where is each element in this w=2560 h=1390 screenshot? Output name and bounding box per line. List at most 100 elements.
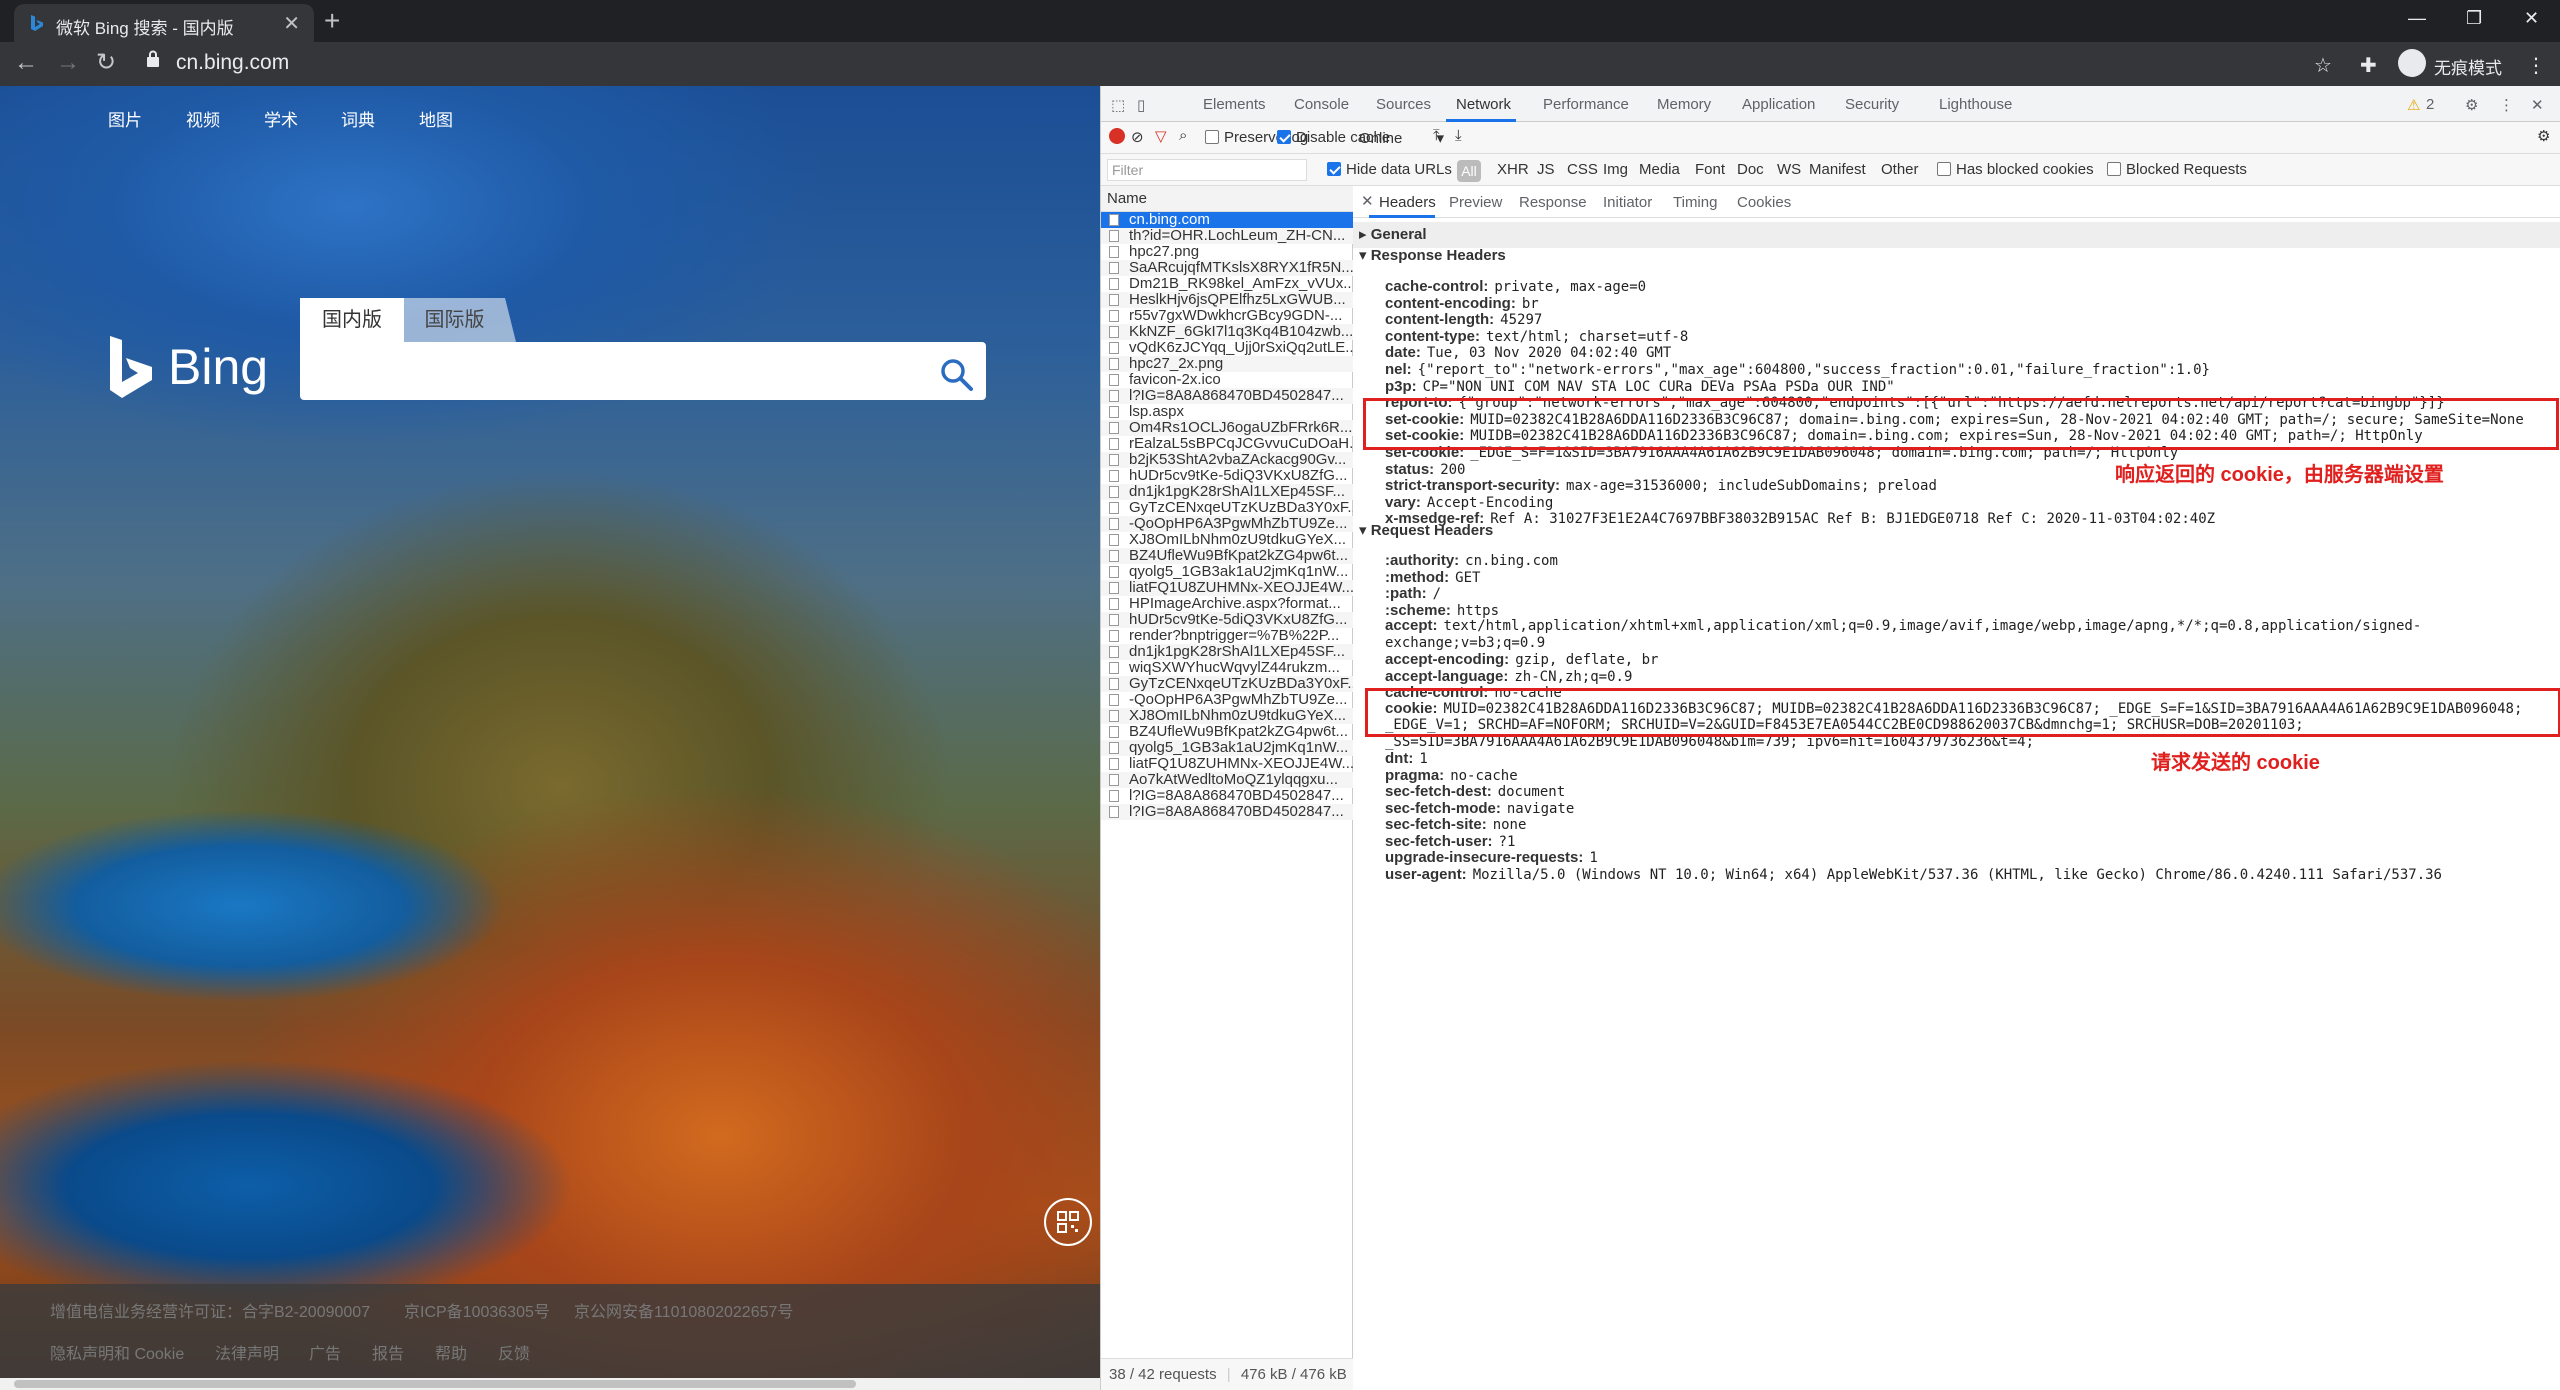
filter-css[interactable]: CSS <box>1567 161 1598 178</box>
nav-dictionary[interactable]: 词典 <box>341 106 375 131</box>
request-row[interactable]: SaARcujqfMTKslsX8RYX1fR5N... <box>1101 260 1353 276</box>
export-har-icon[interactable]: ⤓ <box>1455 127 1462 144</box>
checkbox-box[interactable] <box>1937 162 1951 176</box>
tab-performance[interactable]: Performance <box>1543 96 1629 113</box>
request-row[interactable]: l?IG=8A8A868470BD4502847... <box>1101 804 1353 820</box>
request-row[interactable]: hUDr5cv9tKe-5diQ3VKxU8ZfG... <box>1101 468 1353 484</box>
filter-img[interactable]: Img <box>1603 161 1628 178</box>
request-row[interactable]: lsp.aspx <box>1101 404 1353 420</box>
footer-link-ads[interactable]: 广告 <box>309 1340 341 1364</box>
request-row[interactable]: KkNZF_6GkI7l1q3Kq4B104zwb... <box>1101 324 1353 340</box>
request-row[interactable]: BZ4UfleWu9BfKpat2kZG4pw6t... <box>1101 724 1353 740</box>
request-headers-section[interactable]: ▾ Request Headers <box>1353 518 2560 544</box>
filter-icon[interactable]: ▽ <box>1155 127 1167 145</box>
forward-icon[interactable]: → <box>56 50 80 76</box>
request-row[interactable]: vQdK6zJCYqq_Ujj0rSxiQq2utLE... <box>1101 340 1353 356</box>
request-row[interactable]: l?IG=8A8A868470BD4502847... <box>1101 788 1353 804</box>
request-row[interactable]: b2jK53ShtA2vbaZAckacg90Gv... <box>1101 452 1353 468</box>
request-row[interactable]: Dm21B_RK98kel_AmFzx_vVUx... <box>1101 276 1353 292</box>
window-close-icon[interactable]: ✕ <box>2524 8 2539 29</box>
throttle-select[interactable]: Online ▾ <box>1359 129 1444 147</box>
back-icon[interactable]: ← <box>14 50 38 76</box>
column-header-name[interactable]: Name <box>1101 186 1353 212</box>
tab-headers[interactable]: Headers <box>1379 194 1436 211</box>
address-bar[interactable] <box>138 47 2338 81</box>
request-row[interactable]: th?id=OHR.LochLeum_ZH-CN... <box>1101 228 1353 244</box>
footer-link-privacy[interactable]: 隐私声明和 Cookie <box>50 1340 184 1364</box>
filter-other[interactable]: Other <box>1881 161 1919 178</box>
tab-lighthouse[interactable]: Lighthouse <box>1939 96 2012 113</box>
request-row[interactable]: XJ8OmILbNhm0zU9tdkuGYeX... <box>1101 532 1353 548</box>
clear-icon[interactable]: ⊘ <box>1131 128 1144 146</box>
detail-close-icon[interactable]: ✕ <box>1361 192 1374 210</box>
request-row[interactable]: -QoOpHP6A3PgwMhZbTU9Ze... <box>1101 516 1353 532</box>
tab-security[interactable]: Security <box>1845 96 1899 113</box>
request-row[interactable]: HeslkHjv6jsQPElfhz5LxGWUB... <box>1101 292 1353 308</box>
tab-network[interactable]: Network <box>1456 96 1511 113</box>
filter-js[interactable]: JS <box>1537 161 1555 178</box>
minimize-icon[interactable]: — <box>2408 8 2426 29</box>
request-row[interactable]: l?IG=8A8A868470BD4502847... <box>1101 388 1353 404</box>
qr-code-icon[interactable] <box>1044 1198 1092 1246</box>
incognito-icon[interactable] <box>2398 49 2426 77</box>
tab-preview[interactable]: Preview <box>1449 194 1502 211</box>
request-row[interactable]: BZ4UfleWu9BfKpat2kZG4pw6t... <box>1101 548 1353 564</box>
horizontal-scrollbar[interactable] <box>0 1378 1100 1390</box>
request-row[interactable]: XJ8OmILbNhm0zU9tdkuGYeX... <box>1101 708 1353 724</box>
request-row[interactable]: HPImageArchive.aspx?format... <box>1101 596 1353 612</box>
request-row[interactable]: qyolg5_1GB3ak1aU2jmKq1nW... <box>1101 564 1353 580</box>
request-row[interactable]: cn.bing.com <box>1101 212 1353 228</box>
scrollbar-thumb[interactable] <box>14 1380 856 1388</box>
request-row[interactable]: Ao7kAtWedltoMoQZ1ylqqgxu... <box>1101 772 1353 788</box>
footer-link-help[interactable]: 帮助 <box>435 1340 467 1364</box>
filter-xhr[interactable]: XHR <box>1497 161 1529 178</box>
devtools-close-icon[interactable]: ✕ <box>2531 96 2544 114</box>
filter-media[interactable]: Media <box>1639 161 1680 178</box>
request-row[interactable]: -QoOpHP6A3PgwMhZbTU9Ze... <box>1101 692 1353 708</box>
record-icon[interactable] <box>1109 128 1125 144</box>
tab-international[interactable]: 国际版 <box>393 298 516 342</box>
tab-sources[interactable]: Sources <box>1376 96 1431 113</box>
hide-data-urls-checkbox[interactable]: Hide data URLs <box>1327 161 1452 178</box>
footer-link-legal[interactable]: 法律声明 <box>215 1340 279 1364</box>
devtools-menu-icon[interactable]: ⋮ <box>2499 96 2514 114</box>
request-row[interactable]: hpc27_2x.png <box>1101 356 1353 372</box>
tab-elements[interactable]: Elements <box>1203 96 1266 113</box>
request-row[interactable]: GyTzCENxqeUTzKUzBDa3Y0xF... <box>1101 500 1353 516</box>
search-input[interactable] <box>300 342 986 400</box>
request-row[interactable]: rEalzaL5sBPCqJCGvvuCuDOaH... <box>1101 436 1353 452</box>
request-row[interactable]: hUDr5cv9tKe-5diQ3VKxU8ZfG... <box>1101 612 1353 628</box>
tab-close-icon[interactable]: ✕ <box>283 11 300 36</box>
restore-icon[interactable]: ❐ <box>2466 8 2482 29</box>
settings-gear-icon[interactable]: ⚙ <box>2465 96 2478 114</box>
tab-response[interactable]: Response <box>1519 194 1587 211</box>
tab-application[interactable]: Application <box>1742 96 1815 113</box>
extensions-icon[interactable]: ✚ <box>2360 53 2377 78</box>
tab-console[interactable]: Console <box>1294 96 1349 113</box>
footer-police[interactable]: 京公网安备11010802022657号 <box>574 1298 793 1322</box>
has-blocked-cookies-checkbox[interactable]: Has blocked cookies <box>1937 161 2094 178</box>
tab-timing[interactable]: Timing <box>1673 194 1717 211</box>
network-settings-icon[interactable]: ⚙ <box>2537 127 2550 145</box>
footer-link-feedback[interactable]: 反馈 <box>498 1340 530 1364</box>
request-row[interactable]: favicon-2x.ico <box>1101 372 1353 388</box>
blocked-requests-checkbox[interactable]: Blocked Requests <box>2107 161 2247 178</box>
browser-menu-icon[interactable]: ⋮ <box>2526 53 2546 78</box>
request-row[interactable]: hpc27.png <box>1101 244 1353 260</box>
filter-doc[interactable]: Doc <box>1737 161 1764 178</box>
request-row[interactable]: GyTzCENxqeUTzKUzBDa3Y0xF... <box>1101 676 1353 692</box>
nav-videos[interactable]: 视频 <box>186 106 220 131</box>
request-row[interactable]: qyolg5_1GB3ak1aU2jmKq1nW... <box>1101 740 1353 756</box>
footer-icp2[interactable]: 京ICP备10036305号 <box>404 1298 550 1322</box>
filter-all[interactable]: All <box>1457 160 1481 182</box>
search-network-icon[interactable]: ⌕ <box>1179 127 1187 144</box>
request-row[interactable]: dn1jk1pgK28rShAl1LXEp45SF... <box>1101 484 1353 500</box>
checkbox-box[interactable] <box>1277 130 1291 144</box>
nav-academic[interactable]: 学术 <box>264 106 298 131</box>
import-har-icon[interactable]: ⤒ <box>1433 127 1440 144</box>
request-row[interactable]: wiqSXWYhucWqvylZ44rukzm... <box>1101 660 1353 676</box>
url-text[interactable]: cn.bing.com <box>176 51 289 75</box>
reload-icon[interactable]: ↻ <box>96 50 116 76</box>
checkbox-box[interactable] <box>1327 162 1341 176</box>
filter-ws[interactable]: WS <box>1777 161 1801 178</box>
